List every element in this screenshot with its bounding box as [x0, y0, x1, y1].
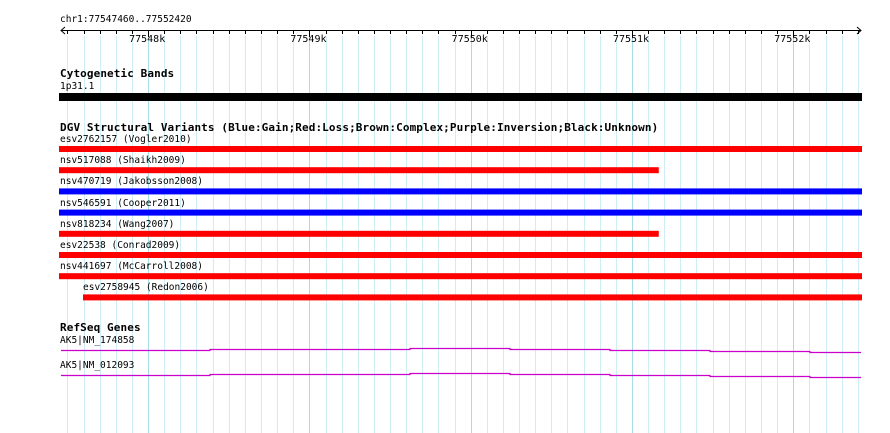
dgv-variant-bar — [83, 294, 862, 301]
dgv-variant-bar — [59, 273, 862, 280]
dgv-variant-label[interactable]: esv2762157 (Vogler2010) — [60, 135, 192, 145]
refseq-gene-label[interactable]: AK5|NM_174858 — [60, 336, 134, 346]
dgv-variant-label[interactable]: nsv441697 (McCarroll2008) — [60, 262, 203, 272]
refseq-track-title: RefSeq Genes — [60, 321, 141, 334]
ruler-tick-label: 77548k — [129, 34, 166, 45]
dgv-variant-bar — [59, 230, 659, 237]
cytoband-bar — [59, 93, 862, 101]
dgv-variant-label[interactable]: esv22538 (Conrad2009) — [60, 241, 180, 251]
dgv-variant-label[interactable]: nsv546591 (Cooper2011) — [60, 199, 186, 209]
dgv-variant-label[interactable]: nsv470719 (Jakobsson2008) — [60, 177, 203, 187]
ruler-tick-label: 77550k — [451, 34, 488, 45]
dgv-variant-label[interactable]: esv2758945 (Redon2006) — [83, 283, 209, 293]
cytoband-label: 1p31.1 — [60, 81, 95, 92]
dgv-variant-bar — [59, 209, 862, 216]
dgv-variant-bar — [59, 252, 862, 258]
dgv-variant-label[interactable]: nsv818234 (Wang2007) — [60, 220, 174, 230]
ruler-tick-label: 77549k — [290, 34, 327, 45]
dgv-variant-bar — [59, 188, 862, 195]
genome-browser-view: chr1:77547460..77552420 77548k 77549k 7755… — [0, 0, 890, 433]
dgv-variant-bar — [59, 167, 659, 174]
cytoband-track-title: Cytogenetic Bands — [60, 67, 175, 80]
dgv-track-title: DGV Structural Variants (Blue:Gain;Red:L… — [60, 121, 659, 134]
ruler-range-label: chr1:77547460..77552420 — [60, 14, 192, 25]
dgv-variant-label[interactable]: nsv517088 (Shaikh2009) — [60, 156, 186, 166]
ruler-tick-label: 77551k — [612, 34, 650, 45]
dgv-variant-bar — [59, 146, 862, 152]
refseq-gene-label[interactable]: AK5|NM_012093 — [60, 361, 134, 371]
ruler-tick-label: 77552k — [774, 34, 811, 45]
